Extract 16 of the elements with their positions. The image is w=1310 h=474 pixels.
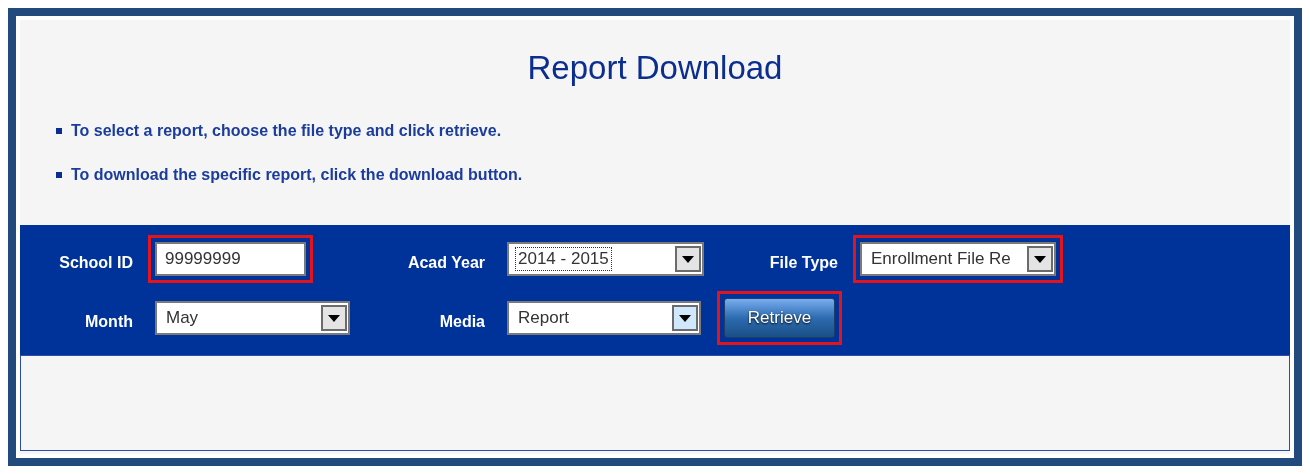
page-title: Report Download (527, 48, 783, 88)
dropdown-select[interactable]: 2014 - 2015 (507, 242, 704, 276)
bullet-icon (56, 128, 62, 134)
instruction-text: To download the specific report, click the download button. (71, 165, 523, 185)
dropdown-select[interactable]: Enrollment File Re (860, 242, 1056, 276)
field-label: School ID (58, 253, 134, 273)
school-id-field[interactable]: 99999999 (155, 242, 306, 276)
retrieve-button[interactable]: Retrieve (724, 298, 835, 338)
bullet-icon (56, 172, 62, 178)
field-label: Month (84, 312, 134, 332)
field-label: Acad Year (406, 253, 486, 273)
instruction-text: To select a report, choose the file type and click retrieve. (71, 121, 502, 141)
dropdown-select[interactable]: May (155, 301, 350, 335)
dropdown-select[interactable]: Report (507, 301, 701, 335)
field-label: Media (438, 312, 486, 332)
field-label: File Type (768, 253, 839, 273)
